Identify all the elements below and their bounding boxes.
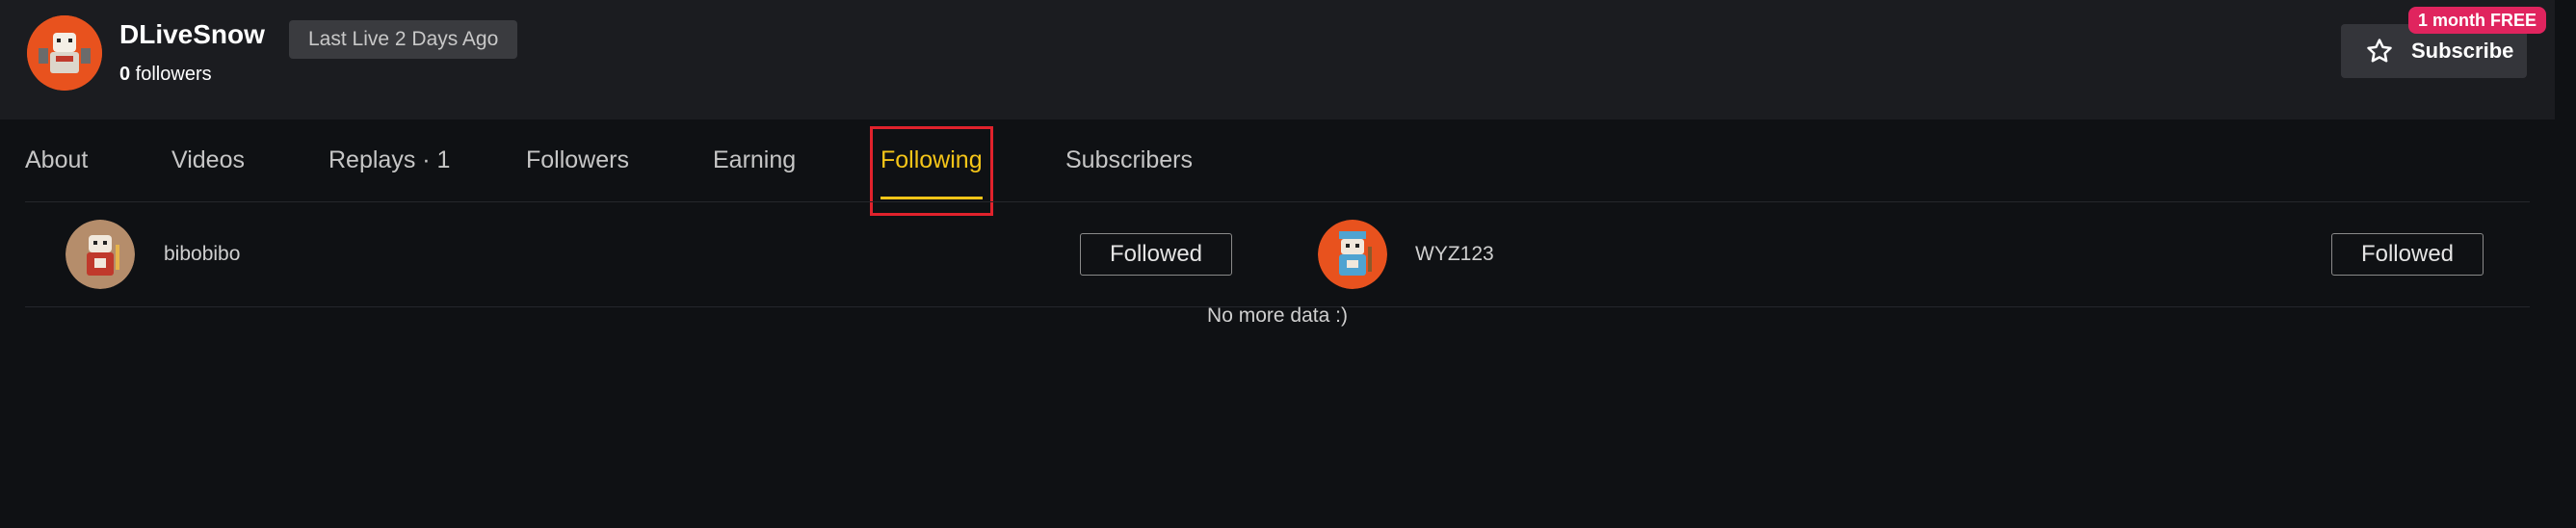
followers-number: 0 — [119, 64, 131, 85]
followers-label: followers — [130, 64, 212, 85]
tab-subscribers[interactable]: Subscribers — [1065, 146, 1193, 174]
tab-earning[interactable]: Earning — [713, 146, 796, 174]
tab-replays[interactable]: Replays · 1 — [329, 146, 450, 174]
avatar[interactable] — [1318, 220, 1387, 289]
avatar[interactable] — [66, 220, 135, 289]
username[interactable]: bibobibo — [164, 243, 240, 266]
no-more-data: No more data :) — [1207, 304, 1348, 327]
tab-followers[interactable]: Followers — [526, 146, 629, 174]
username[interactable]: WYZ123 — [1415, 243, 1494, 266]
followed-button[interactable]: Followed — [1080, 233, 1232, 276]
followed-button[interactable]: Followed — [2331, 233, 2484, 276]
promo-badge: 1 month FREE — [2408, 7, 2547, 34]
channel-avatar[interactable] — [27, 15, 102, 91]
tab-about[interactable]: About — [25, 146, 88, 174]
channel-name: DLiveSnow — [119, 19, 265, 49]
last-live-badge: Last Live 2 Days Ago — [289, 20, 518, 59]
star-icon — [2365, 37, 2394, 66]
channel-tabs: About Videos Replays · 1 Followers Earni… — [0, 119, 2555, 200]
channel-header: DLiveSnow 0 followers Last Live 2 Days A… — [0, 0, 2555, 119]
followers-count: 0 followers — [119, 64, 212, 86]
tab-videos[interactable]: Videos — [171, 146, 245, 174]
highlight-box — [870, 126, 993, 216]
subscribe-label: Subscribe — [2411, 39, 2514, 63]
divider — [25, 201, 2530, 202]
